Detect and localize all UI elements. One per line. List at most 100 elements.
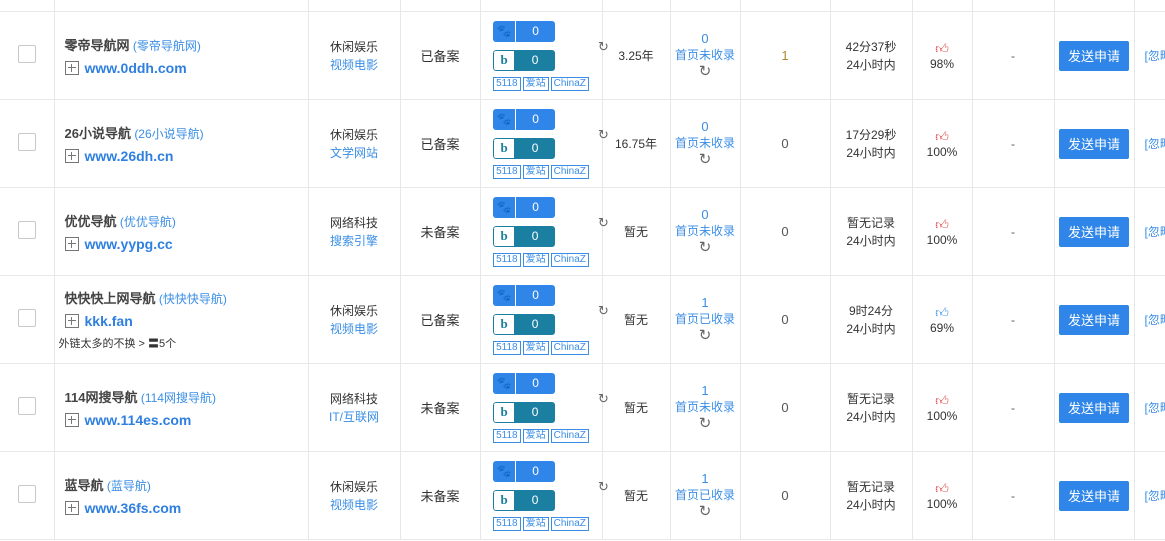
tag-chinaz-link[interactable]: ChinaZ [550,340,589,355]
category-secondary-link[interactable]: 视频电影 [309,496,400,514]
site-url-link[interactable]: www.26dh.cn [85,148,174,164]
refresh-icon[interactable]: ↻ [598,479,609,495]
send-request-button[interactable]: 发送申请 [1059,40,1129,71]
index-status-link[interactable]: 首页已收录 [671,486,740,504]
refresh-icon[interactable]: ↻ [671,64,740,80]
bing-weight-badge[interactable]: b0 [493,313,556,335]
row-checkbox[interactable] [17,133,36,151]
category-secondary-link[interactable]: 搜索引擎 [309,232,400,250]
site-name[interactable]: 26小说导航 [65,126,131,141]
baidu-weight-badge[interactable]: 🐾 0 [493,460,556,482]
send-request-button[interactable]: 发送申请 [1059,216,1129,247]
category-secondary-link[interactable]: 视频电影 [309,56,400,74]
refresh-icon[interactable]: ↻ [598,215,609,231]
ignore-link[interactable]: [忽略 [1134,11,1165,100]
ignore-link[interactable]: [忽略 [1134,451,1165,540]
tag-5118-link[interactable]: 5118 [493,76,521,91]
outlink-count: 1 [740,11,831,100]
baidu-weight-badge[interactable]: 🐾 0 [493,196,556,218]
index-status-link[interactable]: 首页未收录 [671,46,740,64]
tag-aizhan-link[interactable]: 爱站 [522,516,549,531]
bing-weight-badge[interactable]: b0 [493,137,556,159]
send-request-button[interactable]: 发送申请 [1059,480,1129,511]
tag-chinaz-link[interactable]: ChinaZ [550,516,589,531]
row-checkbox[interactable] [17,221,36,239]
add-icon[interactable] [64,314,79,328]
tag-aizhan-link[interactable]: 爱站 [522,340,549,355]
site-name[interactable]: 优优导航 [65,214,117,229]
send-request-button[interactable]: 发送申请 [1059,392,1129,423]
update-time: 42分37秒 [845,39,897,54]
add-icon[interactable] [64,413,79,427]
send-request-button[interactable]: 发送申请 [1059,128,1129,159]
add-icon[interactable] [64,149,79,163]
ignore-link[interactable]: [忽略 [1134,187,1165,276]
index-count[interactable]: 1 [671,383,740,398]
tag-chinaz-link[interactable]: ChinaZ [550,428,589,443]
index-status-link[interactable]: 首页未收录 [671,222,740,240]
ignore-link[interactable]: [忽略 [1134,99,1165,188]
site-name[interactable]: 快快快上网导航 [65,291,156,306]
site-name[interactable]: 蓝导航 [65,478,104,493]
bing-weight-badge[interactable]: b0 [493,49,556,71]
ignore-link[interactable]: [忽略 [1134,275,1165,364]
tag-chinaz-link[interactable]: ChinaZ [550,76,589,91]
tag-5118-link[interactable]: 5118 [493,252,521,267]
refresh-icon[interactable]: ↻ [598,391,609,407]
tag-aizhan-link[interactable]: 爱站 [522,164,549,179]
baidu-weight-badge[interactable]: 🐾 0 [493,284,556,306]
ignore-link[interactable]: [忽略 [1134,363,1165,452]
bing-weight-badge[interactable]: b0 [493,401,556,423]
index-count[interactable]: 1 [671,295,740,310]
site-name[interactable]: 零帝导航网 [65,38,130,53]
baidu-weight-badge[interactable]: 🐾 0 [493,372,556,394]
index-count[interactable]: 0 [671,31,740,46]
refresh-icon[interactable]: ↻ [671,328,740,344]
refresh-icon[interactable]: ↻ [671,240,740,256]
tag-aizhan-link[interactable]: 爱站 [522,428,549,443]
add-icon[interactable] [64,61,79,75]
add-icon[interactable] [64,237,79,251]
site-url-link[interactable]: www.114es.com [85,412,192,428]
row-checkbox[interactable] [17,397,36,415]
tag-aizhan-link[interactable]: 爱站 [522,252,549,267]
baidu-weight-badge[interactable]: 🐾 0 [493,20,556,42]
index-status-link[interactable]: 首页已收录 [671,310,740,328]
site-name[interactable]: 114网搜导航 [65,390,138,405]
row-checkbox[interactable] [17,309,36,327]
tag-5118-link[interactable]: 5118 [493,340,521,355]
category-secondary-link[interactable]: 视频电影 [309,320,400,338]
site-alias: (零帝导航网) [132,39,201,53]
index-count[interactable]: 1 [671,471,740,486]
tag-chinaz-link[interactable]: ChinaZ [550,164,589,179]
bing-weight-badge[interactable]: b0 [493,489,556,511]
category-secondary-link[interactable]: 文学网站 [309,144,400,162]
category-secondary-link[interactable]: IT/互联网 [309,408,400,426]
index-count[interactable]: 0 [671,119,740,134]
bing-weight-badge[interactable]: b0 [493,225,556,247]
index-status-link[interactable]: 首页未收录 [671,398,740,416]
tag-5118-link[interactable]: 5118 [493,516,521,531]
send-request-button[interactable]: 发送申请 [1059,304,1129,335]
refresh-icon[interactable]: ↻ [598,127,609,143]
refresh-icon[interactable]: ↻ [671,504,740,520]
site-url-link[interactable]: www.0ddh.com [85,60,187,76]
tag-5118-link[interactable]: 5118 [493,164,521,179]
refresh-icon[interactable]: ↻ [671,152,740,168]
site-url-link[interactable]: kkk.fan [85,313,133,329]
table-row: 零帝导航网 (零帝导航网) www.0ddh.com 休闲娱乐 视频电影 已备案 … [0,11,1165,100]
tag-5118-link[interactable]: 5118 [493,428,521,443]
refresh-icon[interactable]: ↻ [598,303,609,319]
row-checkbox[interactable] [17,45,36,63]
row-checkbox[interactable] [17,485,36,503]
index-status-link[interactable]: 首页未收录 [671,134,740,152]
tag-chinaz-link[interactable]: ChinaZ [550,252,589,267]
index-count[interactable]: 0 [671,207,740,222]
site-url-link[interactable]: www.yypg.cc [85,236,173,252]
site-url-link[interactable]: www.36fs.com [85,500,182,516]
refresh-icon[interactable]: ↻ [598,39,609,55]
tag-aizhan-link[interactable]: 爱站 [522,76,549,91]
refresh-icon[interactable]: ↻ [671,416,740,432]
baidu-weight-badge[interactable]: 🐾 0 [493,108,556,130]
add-icon[interactable] [64,501,79,515]
